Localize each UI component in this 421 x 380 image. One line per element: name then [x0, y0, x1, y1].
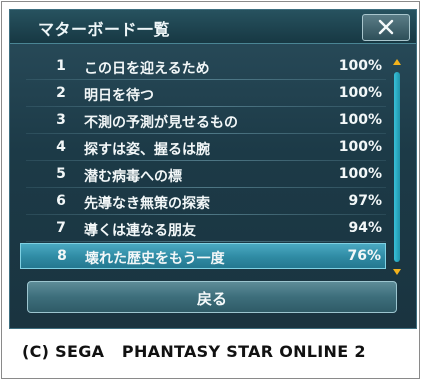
list-item-percent: 100% [338, 85, 382, 101]
list-item-name: 不測の予測が見せるもの [84, 115, 238, 131]
list-item-name: 導くは連なる朋友 [84, 223, 196, 239]
scrollbar-thumb[interactable] [394, 72, 400, 262]
row-divider [26, 214, 386, 215]
row-divider [26, 106, 386, 107]
list-item[interactable]: 2 明日を待つ 100% [20, 81, 386, 107]
list-item-name: 先導なき無策の探索 [84, 196, 210, 212]
list-item-rank: 2 [56, 85, 66, 101]
row-divider [26, 241, 386, 242]
row-divider [26, 160, 386, 161]
list-item[interactable]: 4 探すは姿、握るは腕 100% [20, 135, 386, 161]
window-title: マターボード一覧 [38, 20, 171, 39]
image-frame: マターボード一覧 1 この日を迎えるため 100% 2 明日を待つ 100% 3… [1, 1, 420, 379]
list-item-rank: 5 [56, 166, 66, 182]
list-item-rank: 1 [56, 58, 66, 74]
close-button[interactable] [362, 14, 410, 41]
list-item-selected[interactable]: 8 壊れた歴史をもう一度 76% [20, 243, 386, 269]
list-item-rank: 6 [56, 193, 66, 209]
matter-board-list-window: マターボード一覧 1 この日を迎えるため 100% 2 明日を待つ 100% 3… [9, 9, 417, 329]
list-item-percent: 100% [338, 166, 382, 182]
list-item-rank: 3 [56, 112, 66, 128]
list-item[interactable]: 3 不測の予測が見せるもの 100% [20, 108, 386, 134]
list-item[interactable]: 5 潜む病毒への標 100% [20, 162, 386, 188]
back-button[interactable]: 戻る [27, 281, 397, 313]
list-item[interactable]: 6 先導なき無策の探索 97% [20, 189, 386, 215]
list-item-name: 壊れた歴史をもう一度 [85, 251, 225, 267]
list-item-percent: 94% [348, 220, 382, 236]
list-item-percent: 100% [338, 112, 382, 128]
close-x-icon [378, 19, 394, 35]
row-divider [26, 79, 386, 80]
list-item-rank: 4 [56, 139, 66, 155]
arrow-up-icon[interactable] [393, 58, 401, 66]
list-item-percent: 76% [347, 248, 381, 264]
arrow-down-icon[interactable] [393, 268, 401, 276]
list-item-name: 探すは姿、握るは腕 [84, 142, 210, 158]
list-scrollbar[interactable] [393, 58, 401, 276]
list-item-name: 潜む病毒への標 [84, 169, 182, 185]
row-divider [26, 133, 386, 134]
list-item-rank: 8 [57, 248, 67, 264]
list-item-percent: 100% [338, 58, 382, 74]
back-button-label: 戻る [196, 290, 227, 308]
list-item-percent: 100% [338, 139, 382, 155]
window-titlebar: マターボード一覧 [10, 10, 416, 44]
matter-board-list: 1 この日を迎えるため 100% 2 明日を待つ 100% 3 不測の予測が見せ… [20, 54, 386, 274]
list-item-name: この日を迎えるため [84, 61, 210, 77]
list-item[interactable]: 1 この日を迎えるため 100% [20, 54, 386, 80]
list-item-percent: 97% [348, 193, 382, 209]
copyright-notice: (C) SEGA PHANTASY STAR ONLINE 2 [22, 342, 366, 361]
list-item-rank: 7 [56, 220, 66, 236]
list-item[interactable]: 7 導くは連なる朋友 94% [20, 216, 386, 242]
list-item-name: 明日を待つ [84, 88, 154, 104]
row-divider [26, 187, 386, 188]
